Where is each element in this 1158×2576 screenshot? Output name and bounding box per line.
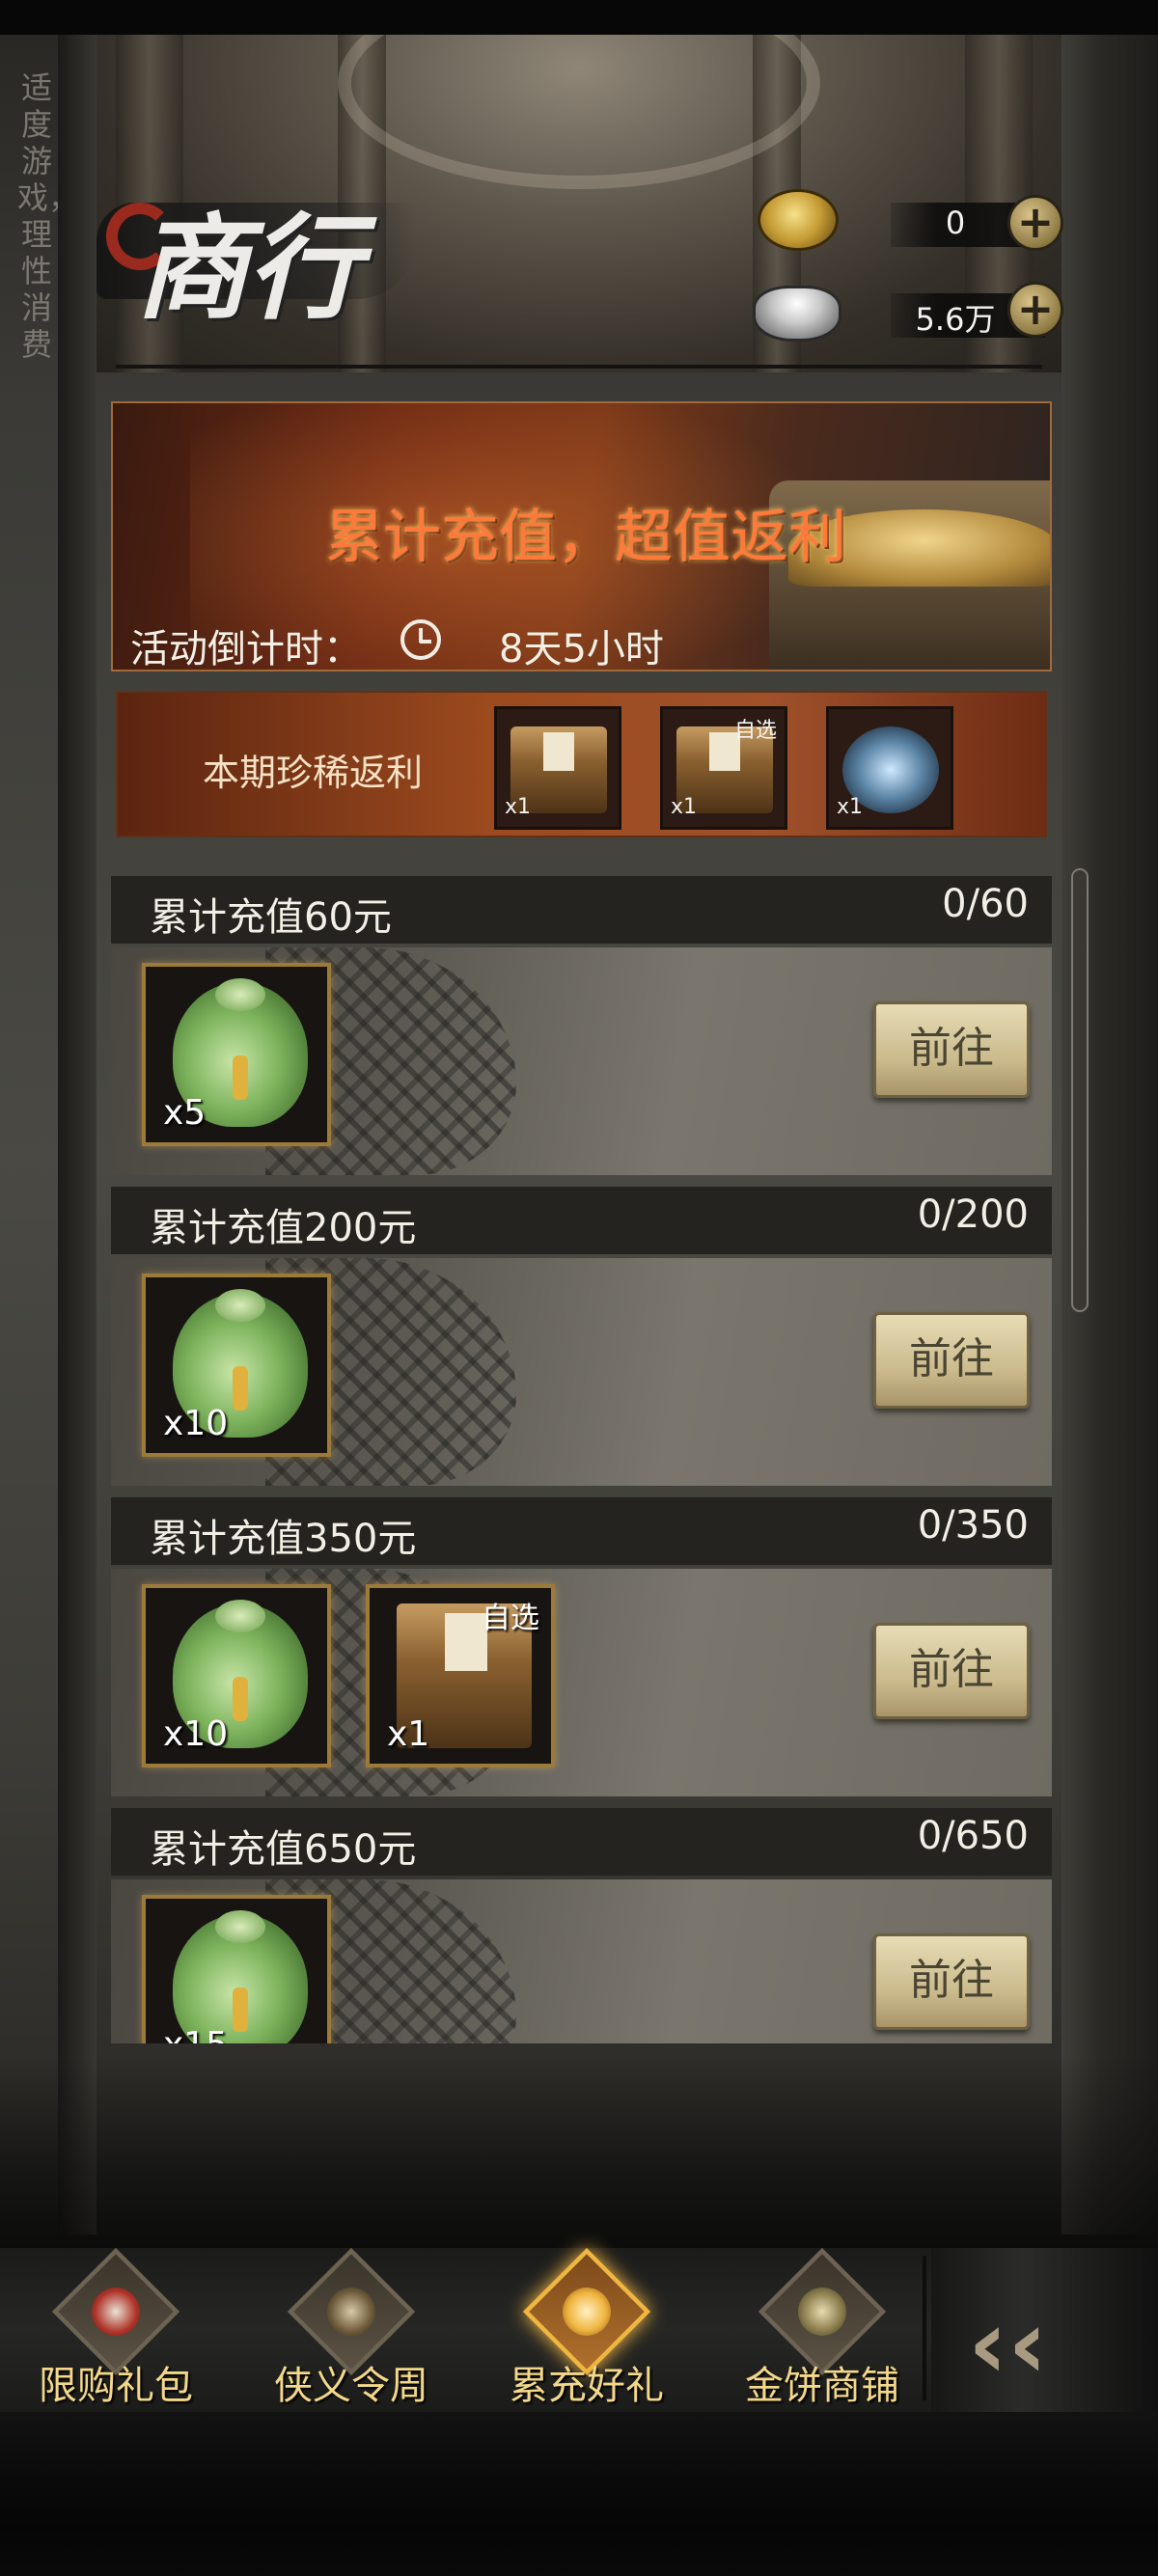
nav-item-chivalry-pass[interactable]: 侠义令周 [235, 2247, 467, 2412]
nav-item-limited-gift[interactable]: 限购礼包 [0, 2247, 232, 2412]
rare-rewards: 本期珍稀返利 x1 自选 x1 x1 [116, 691, 1047, 837]
nav-label: 累充好礼 [510, 2364, 664, 2408]
go-button[interactable]: 前往 [873, 1312, 1030, 1409]
reward-item[interactable]: x15 [142, 1895, 331, 2043]
tier-body: x10 自选 x1 前往 [111, 1569, 1052, 1796]
health-notice: 适度游戏，理性消费 [17, 69, 80, 363]
nav-item-cumulative-gift[interactable]: 累充好礼 [471, 2247, 703, 2412]
gold-amount: 0 [945, 205, 966, 241]
go-button[interactable]: 前往 [873, 1933, 1030, 2030]
selectable-tag: 自选 [733, 719, 777, 743]
tier-body: x10 前往 [111, 1258, 1052, 1486]
item-quantity: x10 [163, 1404, 229, 1443]
scrollbar[interactable] [1071, 868, 1089, 1312]
rare-reward-item[interactable]: x1 [826, 706, 953, 830]
countdown-value: 8天5小时 [499, 627, 664, 671]
item-quantity: x1 [387, 1714, 430, 1754]
tier-progress: 0/60 [942, 882, 1029, 926]
bottom-area [0, 2412, 1158, 2576]
tier-progress: 0/350 [917, 1503, 1029, 1548]
reward-item[interactable]: x5 [142, 963, 331, 1146]
banner-title: 累计充值，超值返利 [325, 504, 846, 571]
event-banner: 累计充值，超值返利 活动倒计时： 8天5小时 [111, 401, 1052, 671]
tier-list[interactable]: 累计充值60元 0/60 x5 前往 累计充值200元 0/200 x10 前往… [111, 876, 1052, 2043]
tier-title: 累计充值200元 [150, 1206, 417, 1250]
silver-ingot-icon [753, 286, 841, 342]
rare-reward-item[interactable]: 自选 x1 [660, 706, 787, 830]
status-bar [0, 0, 1158, 35]
shop-screen: 适度游戏，理性消费 商行 0 + 5.6万 + 累计充值，超值返利 活动倒计时：… [0, 0, 1158, 2576]
rare-reward-item[interactable]: x1 [494, 706, 621, 830]
nav-label: 侠义令周 [274, 2364, 428, 2408]
tier-title: 累计充值350元 [150, 1517, 417, 1561]
item-quantity: x5 [163, 1093, 207, 1133]
item-quantity: x10 [163, 1714, 229, 1754]
nav-label: 限购礼包 [39, 2364, 193, 2408]
tier-title: 累计充值60元 [150, 895, 392, 940]
tier-progress: 0/200 [917, 1192, 1029, 1237]
reward-item[interactable]: x10 [142, 1584, 331, 1768]
nav-item-gold-cake-shop[interactable]: 金饼商铺 [706, 2247, 938, 2412]
left-frame [58, 35, 96, 2234]
reward-item[interactable]: x10 [142, 1274, 331, 1457]
tier-row: 累计充值200元 0/200 x10 前往 [111, 1187, 1052, 1486]
green-bag-icon [173, 1910, 308, 2043]
tier-header: 累计充值60元 0/60 [111, 876, 1052, 944]
go-button[interactable]: 前往 [873, 1623, 1030, 1719]
item-quantity: x15 [163, 2025, 228, 2043]
clock-icon [400, 619, 441, 660]
tier-title: 累计充值650元 [150, 1827, 417, 1872]
tier-header: 累计充值650元 0/650 [111, 1808, 1052, 1876]
shop-title: 商行 [96, 164, 415, 338]
reward-item[interactable]: 自选 x1 [366, 1584, 555, 1768]
selectable-tag: 自选 [482, 1602, 539, 1635]
tier-header: 累计充值350元 0/350 [111, 1497, 1052, 1565]
double-chevron-left-icon: ‹‹ [968, 2288, 1048, 2400]
divider [116, 365, 1042, 369]
item-quantity: x1 [837, 795, 864, 819]
tier-row: 累计充值60元 0/60 x5 前往 [111, 876, 1052, 1175]
countdown-label: 活动倒计时： [130, 627, 362, 671]
item-quantity: x1 [671, 795, 698, 819]
mist-overlay [0, 2055, 1158, 2248]
add-gold-button[interactable]: + [1007, 195, 1063, 251]
silver-amount: 5.6万 [915, 301, 996, 338]
nav-divider [923, 2256, 926, 2400]
bottom-nav: 限购礼包 侠义令周 累充好礼 金饼商铺 ‹‹ [0, 2247, 1158, 2412]
tier-row: 累计充值650元 0/650 x15 前往 [111, 1808, 1052, 2043]
tier-header: 累计充值200元 0/200 [111, 1187, 1052, 1254]
tier-progress: 0/650 [917, 1814, 1029, 1858]
tier-row: 累计充值350元 0/350 x10 自选 x1 前往 [111, 1497, 1052, 1796]
rare-rewards-label: 本期珍稀返利 [203, 752, 424, 794]
collapse-button[interactable]: ‹‹ [931, 2248, 1158, 2412]
go-button[interactable]: 前往 [873, 1001, 1030, 1098]
page-title: 商行 [135, 201, 361, 335]
item-quantity: x1 [505, 795, 532, 819]
gold-coin-icon [758, 189, 839, 251]
nav-label: 金饼商铺 [745, 2364, 899, 2408]
tier-body: x5 前往 [111, 947, 1052, 1175]
tier-body: x15 前往 [111, 1879, 1052, 2043]
add-silver-button[interactable]: + [1007, 282, 1063, 338]
